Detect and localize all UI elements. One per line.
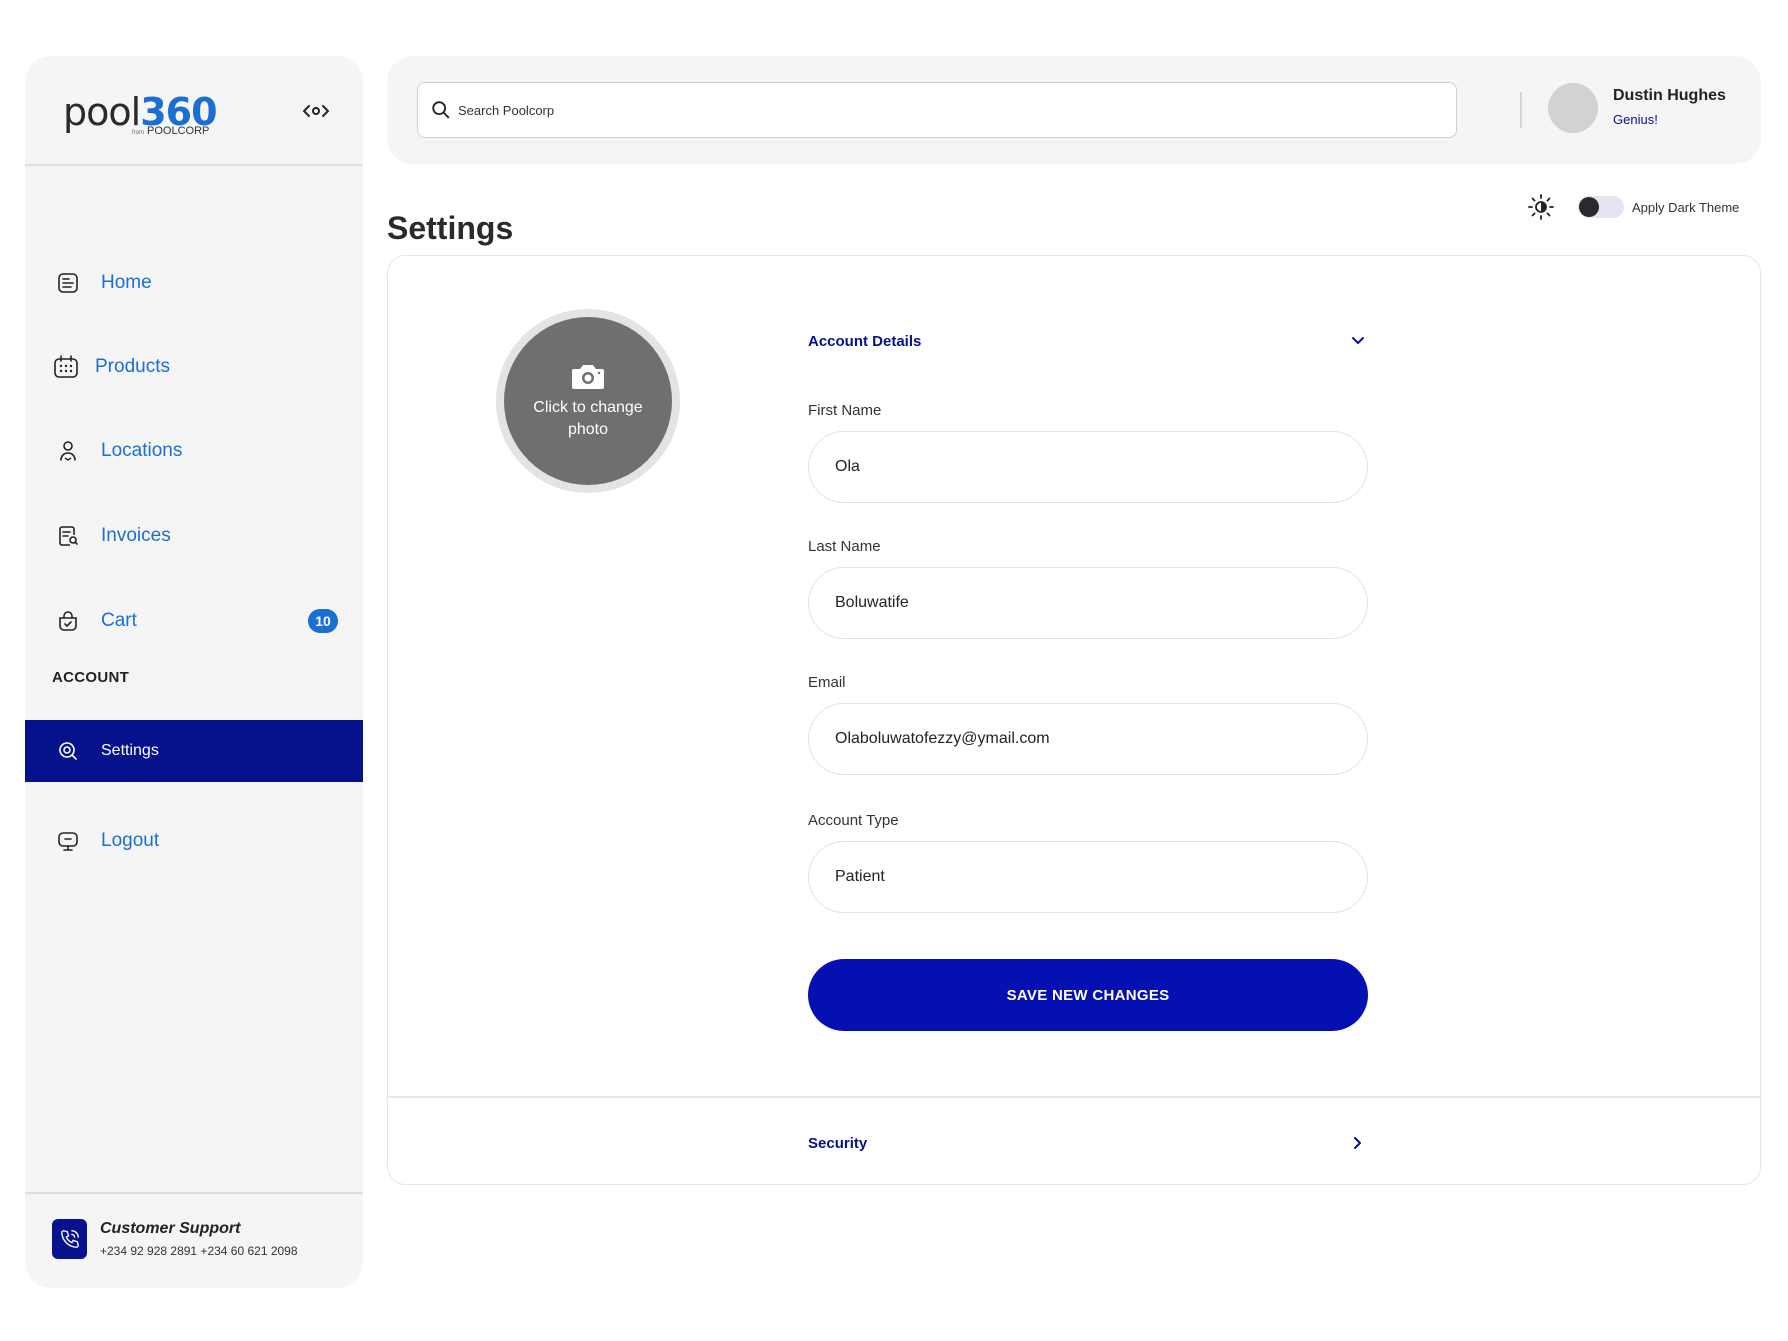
sidebar-item-label: Home — [101, 272, 152, 293]
sidebar-item-label: Locations — [101, 440, 183, 461]
settings-card: Click to change photo Account Details Fi… — [387, 255, 1761, 1185]
sidebar-item-invoices[interactable]: Invoices — [25, 505, 363, 567]
card-divider — [388, 1096, 1760, 1098]
logo-subtitle: from POOLCORP — [132, 125, 209, 137]
last-name-label: Last Name — [808, 538, 881, 555]
camera-icon — [570, 361, 606, 391]
user-role: Genius! — [1613, 112, 1658, 127]
sidebar-item-locations[interactable]: Locations — [25, 420, 363, 482]
cart-count-badge: 10 — [308, 609, 338, 633]
sidebar: pool360 from POOLCORP Home Products Locat… — [25, 56, 363, 1288]
account-section-label: ACCOUNT — [52, 669, 130, 686]
sun-icon — [1526, 192, 1556, 222]
page-title: Settings — [387, 210, 514, 246]
theme-toggle-row: Apply Dark Theme — [1526, 190, 1739, 224]
sidebar-item-label: Products — [95, 356, 170, 377]
save-changes-button[interactable]: SAVE NEW CHANGES — [808, 959, 1368, 1031]
sidebar-item-products[interactable]: Products — [25, 336, 363, 398]
security-header[interactable]: Security — [808, 1128, 1368, 1158]
search-icon — [430, 99, 452, 121]
change-photo-text: Click to change photo — [533, 399, 643, 438]
account-type-label: Account Type — [808, 812, 899, 829]
topbar: Dustin Hughes Genius! — [387, 56, 1761, 164]
sidebar-item-label: Settings — [101, 742, 159, 759]
account-type-input[interactable] — [809, 842, 1367, 912]
sidebar-item-label: Cart — [101, 610, 137, 631]
customer-support[interactable]: Customer Support +234 92 928 2891 +234 6… — [25, 1192, 363, 1288]
support-title: Customer Support — [100, 1220, 241, 1237]
dark-theme-label: Apply Dark Theme — [1632, 199, 1740, 215]
user-name: Dustin Hughes — [1613, 87, 1726, 104]
first-name-input[interactable] — [809, 432, 1367, 502]
last-name-field-wrap — [808, 567, 1368, 639]
home-doc-icon — [55, 270, 81, 296]
logo-area: pool360 from POOLCORP — [25, 56, 363, 166]
logo-text: pool — [63, 90, 141, 134]
chevron-right-icon — [1348, 1133, 1368, 1153]
logo-sub-text: POOLCORP — [147, 125, 210, 137]
avatar[interactable] — [1548, 83, 1598, 133]
dark-theme-toggle[interactable] — [1578, 196, 1624, 218]
account-type-field-wrap — [808, 841, 1368, 913]
account-details-header[interactable]: Account Details — [808, 326, 1368, 356]
security-title: Security — [808, 1134, 868, 1152]
search-bar[interactable] — [417, 82, 1457, 138]
chevron-down-icon — [1348, 331, 1368, 351]
email-input[interactable] — [809, 704, 1367, 774]
sidebar-item-settings[interactable]: Settings — [25, 720, 363, 782]
calendar-grid-icon — [53, 354, 79, 380]
cart-icon — [55, 608, 81, 634]
profile-photo-button[interactable]: Click to change photo — [496, 309, 680, 493]
search-input[interactable] — [458, 102, 1438, 118]
email-label: Email — [808, 674, 846, 691]
invoice-search-icon — [55, 523, 81, 549]
sidebar-item-home[interactable]: Home — [25, 252, 363, 314]
sidebar-item-label: Logout — [101, 830, 160, 851]
profile-photo-placeholder: Click to change photo — [504, 317, 672, 485]
last-name-input[interactable] — [809, 568, 1367, 638]
logo-from: from — [132, 130, 144, 136]
sidebar-item-logout[interactable]: Logout — [25, 810, 363, 872]
sidebar-item-cart[interactable]: Cart 10 — [25, 590, 363, 652]
sidebar-item-label: Invoices — [101, 525, 171, 546]
first-name-label: First Name — [808, 402, 882, 419]
collapse-sidebar-icon[interactable] — [296, 96, 336, 126]
first-name-field-wrap — [808, 431, 1368, 503]
toggle-knob — [1579, 197, 1599, 217]
phone-icon — [52, 1219, 87, 1259]
support-phones: +234 92 928 2891 +234 60 621 2098 — [100, 1244, 298, 1258]
email-field-wrap — [808, 703, 1368, 775]
logout-icon — [55, 828, 81, 854]
topbar-divider — [1520, 92, 1522, 128]
person-location-icon — [55, 438, 81, 464]
account-details-title: Account Details — [808, 332, 922, 350]
settings-icon — [55, 738, 81, 764]
